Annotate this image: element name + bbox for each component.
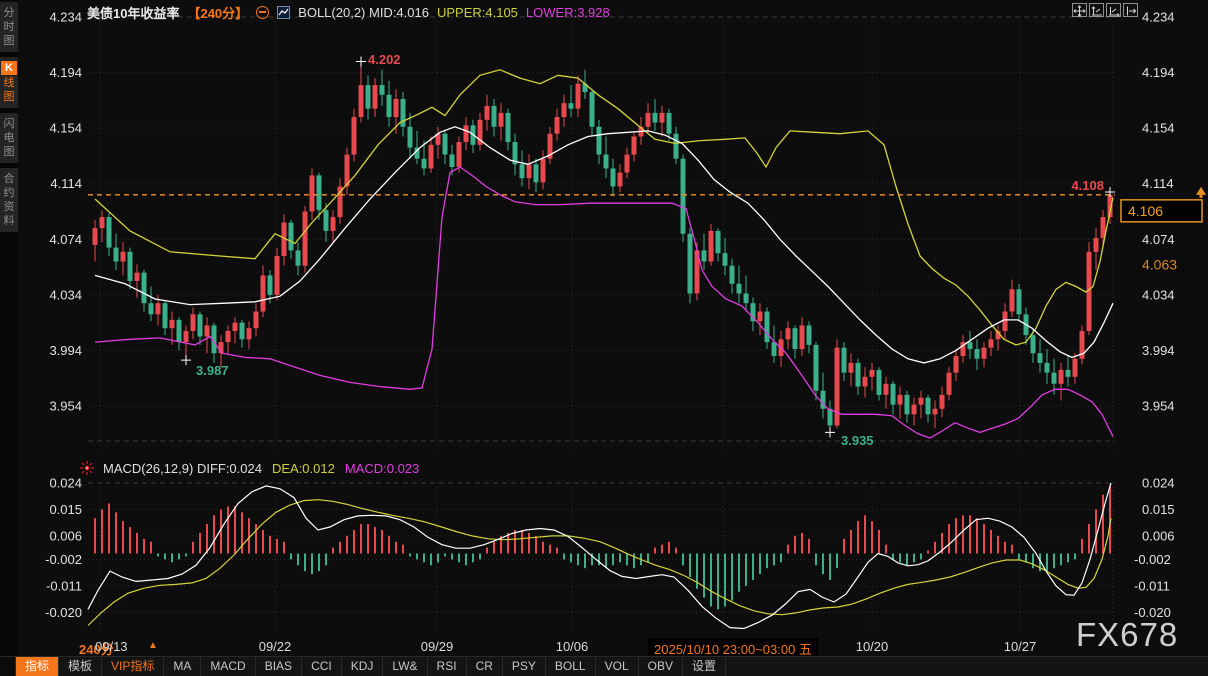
bollinger-bands [95,70,1113,438]
chart-header: 美债10年收益率 【240分】 BOLL(20,2) MID:4.016 UPP… [87,4,610,21]
sidebar-item-contract-info[interactable]: 合约资料 [0,168,18,232]
timeframe-label: 【240分】 [187,3,248,22]
kline-active-badge: K [1,61,17,75]
toolbar-button-ma[interactable]: MA [164,657,201,676]
fx678-watermark: FX678 [1076,616,1178,654]
axis-label: 4.034 [49,287,82,302]
x-axis-label: 10/20 [856,639,889,654]
axis-label: -0.002 [45,552,82,567]
macd-diff-readout: DIFF:0.024 [197,461,262,476]
axis-label: 3.994 [49,343,82,358]
toolbar-button-cci[interactable]: CCI [302,657,342,676]
axis-label: -0.011 [46,578,82,593]
sidebar-item-flash-chart[interactable]: 闪电图 [0,113,18,163]
chart-canvas[interactable]: 4.234 4.234 4.194 4.194 4.154 4.154 4.114 4.114… [0,0,1208,675]
axis-label: 3.935 [841,433,874,448]
axis-label: 3.987 [196,363,229,378]
axis-label: 3.954 [49,399,82,414]
move-tool-icon[interactable] [1072,3,1087,17]
toolbar-button-bias[interactable]: BIAS [256,657,302,676]
x-axis-label: 09/22 [259,639,292,654]
right-axis-annotations: 4.106 4.063 [1121,187,1206,275]
toolbar-button-obv[interactable]: OBV [639,657,683,676]
live-indicator-icon [79,460,95,476]
candlesticks [93,61,1113,432]
axis-label: 3.954 [1142,399,1175,414]
kline-label-rest: 线图 [4,77,15,103]
y-axis-zoom-icon[interactable] [1089,3,1104,17]
indicator-toolbar: 指标模板VIP指标MAMACDBIASCCIKDJLW&RSICRPSYBOLL… [0,656,1208,676]
macd-panel [88,483,1111,629]
collapse-circle-icon[interactable] [256,6,269,19]
axis-label: 4.074 [1142,232,1175,247]
x-axis-row: 240分 ▲ 2025/10/10 23:00~03:00 五 09/1309/… [0,638,1208,655]
axis-label: 4.114 [1142,176,1174,191]
sidebar-item-kline-chart[interactable]: K 线图 [0,57,18,108]
axis-label: -0.002 [1134,552,1171,567]
toolbar-button-settings[interactable]: 设置 [683,657,726,676]
toolbar-button-rsi[interactable]: RSI [428,657,467,676]
axis-label: 4.108 [1071,178,1104,193]
axis-label: 4.034 [1142,287,1175,302]
axis-label: 0.015 [1142,502,1175,517]
axis-label: 0.024 [49,475,82,490]
toolbar-button-psy[interactable]: PSY [503,657,546,676]
axis-label: 0.006 [1142,528,1175,543]
boll-upper-readout: UPPER:4.105 [437,5,518,20]
axis-label: 0.015 [49,502,82,517]
axis-label: 4.154 [1142,121,1175,136]
mini-chart-icon[interactable] [277,6,290,19]
macd-hist-readout: MACD:0.023 [345,461,419,476]
axis-label: 4.234 [1142,10,1175,25]
instrument-title: 美债10年收益率 [87,3,179,22]
axis-label: 4.202 [368,52,401,67]
x-axis-label: 10/27 [1004,639,1037,654]
axis-label: 4.194 [49,65,82,80]
toolbar-button-templates[interactable]: 模板 [59,657,102,676]
toolbar-button-vip-indicators[interactable]: VIP指标 [102,657,164,676]
macd-header: MACD(26,12,9) DIFF:0.024 DEA:0.012 MACD:… [103,461,419,476]
axis-label: 4.114 [50,176,82,191]
toolbar-button-cr[interactable]: CR [467,657,503,676]
x-axis-zoom-icon[interactable] [1106,3,1121,17]
chart-type-sidebar: 分时图 K 线图 闪电图 合约资料 [0,0,18,675]
axis-label: 4.063 [1142,257,1177,273]
boll-mid-readout: BOLL(20,2) MID:4.016 [298,5,429,20]
x-axis-label: 09/29 [421,639,454,654]
toolbar-button-kdj[interactable]: KDJ [342,657,384,676]
axis-label: 4.194 [1142,65,1175,80]
x-axis-label: 10/06 [556,639,589,654]
x-axis-label: 09/13 [95,639,128,654]
axis-label: 4.154 [49,121,82,136]
toolbar-button-lw[interactable]: LW& [383,657,427,676]
toolbar-button-vol[interactable]: VOL [596,657,639,676]
sidebar-item-time-chart[interactable]: 分时图 [0,2,18,52]
axis-label: 4.106 [1128,203,1163,219]
toolbar-button-macd[interactable]: MACD [201,657,255,676]
boll-lower-readout: LOWER:3.928 [526,5,610,20]
macd-params-readout: MACD(26,12,9) DIFF:0.024 [103,461,262,476]
axis-label: 0.006 [49,528,82,543]
toolbar-corner-handle[interactable] [0,657,16,676]
toolbar-button-boll[interactable]: BOLL [546,657,596,676]
chart-tool-buttons [1072,3,1138,17]
pan-right-icon[interactable] [1123,3,1138,17]
axis-label: 4.234 [49,10,82,25]
toolbar-button-indicators[interactable]: 指标 [16,657,59,676]
axis-label: -0.011 [1134,578,1170,593]
axis-label: 0.024 [1142,475,1175,490]
axis-label: 4.074 [49,232,82,247]
timeframe-up-arrow-icon[interactable]: ▲ [148,640,158,651]
macd-dea-readout: DEA:0.012 [272,461,335,476]
axis-label: 3.994 [1142,343,1175,358]
axis-label: -0.020 [45,605,82,620]
